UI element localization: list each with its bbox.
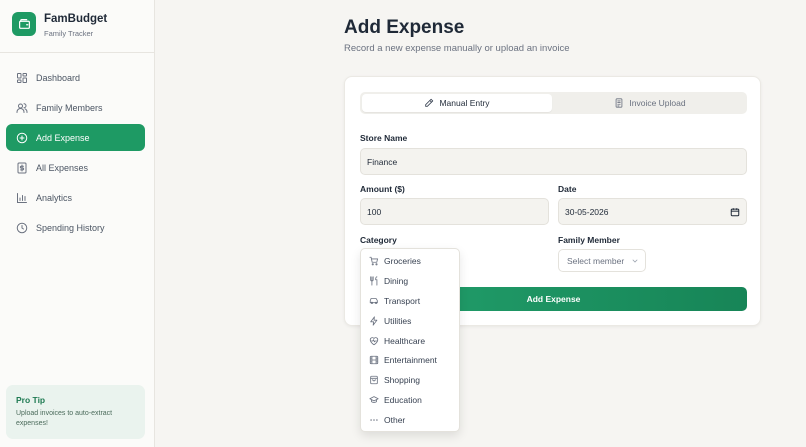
category-option-entertainment[interactable]: Entertainment — [361, 350, 459, 370]
sidebar-item-label: Spending History — [36, 222, 105, 233]
category-option-label: Transport — [384, 295, 421, 306]
more-icon — [368, 415, 379, 426]
dashboard-icon — [16, 72, 28, 84]
sidebar-nav: Dashboard Family Members Add Expense All… — [6, 64, 145, 244]
category-label: Category — [360, 235, 397, 245]
category-option-label: Utilities — [384, 315, 412, 326]
store-name-input[interactable]: Finance — [360, 148, 747, 175]
sidebar-item-label: All Expenses — [36, 162, 89, 173]
utensils-icon — [368, 275, 379, 286]
sidebar-item-label: Analytics — [36, 192, 73, 203]
category-dropdown: Groceries Dining Transport Utilities Hea… — [360, 248, 460, 432]
date-label: Date — [558, 184, 577, 194]
category-option-shopping[interactable]: Shopping — [361, 370, 459, 390]
film-icon — [368, 355, 379, 366]
category-option-other[interactable]: Other — [361, 410, 459, 430]
category-option-label: Education — [384, 395, 422, 406]
page-title: Add Expense — [344, 17, 465, 38]
category-option-label: Shopping — [384, 375, 420, 386]
sidebar-item-add-expense[interactable]: Add Expense — [6, 124, 145, 151]
category-option-education[interactable]: Education — [361, 390, 459, 410]
page-subtitle: Record a new expense manually or upload … — [344, 43, 570, 54]
category-option-label: Groceries — [384, 255, 421, 266]
tab-invoice-upload[interactable]: Invoice Upload — [555, 94, 745, 112]
chevron-down-icon — [631, 257, 639, 265]
entry-mode-tabs: Manual Entry Invoice Upload — [360, 92, 747, 114]
category-option-transport[interactable]: Transport — [361, 291, 459, 311]
pro-tip-text: Upload invoices to auto-extract expenses… — [16, 410, 113, 427]
sidebar-item-all-expenses[interactable]: All Expenses — [6, 154, 145, 181]
brand-subtitle: Family Tracker — [44, 29, 94, 38]
tab-manual-entry[interactable]: Manual Entry — [362, 94, 552, 112]
sidebar-item-label: Family Members — [36, 102, 103, 113]
sidebar-item-analytics[interactable]: Analytics — [6, 184, 145, 211]
pro-tip-card: Pro Tip Upload invoices to auto-extract … — [6, 385, 145, 439]
sidebar: FamBudget Family Tracker Dashboard Famil… — [0, 0, 155, 447]
sidebar-item-family-members[interactable]: Family Members — [6, 94, 145, 121]
pencil-icon — [424, 98, 434, 108]
users-icon — [16, 102, 28, 114]
date-input[interactable]: 30-05-2026 — [558, 198, 747, 225]
wallet-icon — [12, 12, 36, 36]
file-text-icon — [614, 98, 624, 108]
car-icon — [368, 295, 379, 306]
tab-invoice-upload-label: Invoice Upload — [629, 98, 686, 108]
category-option-groceries[interactable]: Groceries — [361, 251, 459, 271]
sidebar-item-spending-history[interactable]: Spending History — [6, 214, 145, 241]
heart-pulse-icon — [368, 335, 379, 346]
amount-input[interactable]: 100 — [360, 198, 549, 225]
store-name-label: Store Name — [360, 133, 408, 143]
bar-chart-icon — [16, 192, 28, 204]
receipt-icon — [16, 162, 28, 174]
family-member-select[interactable]: Select member — [558, 249, 646, 272]
category-option-label: Other — [384, 415, 406, 426]
amount-label: Amount ($) — [360, 184, 405, 194]
family-member-placeholder: Select member — [567, 255, 625, 266]
brand-title: FamBudget — [44, 13, 108, 25]
category-option-healthcare[interactable]: Healthcare — [361, 331, 459, 351]
brand-header: FamBudget Family Tracker — [0, 0, 155, 53]
plus-circle-icon — [16, 132, 28, 144]
calendar-icon[interactable] — [730, 207, 740, 219]
shopping-bag-icon — [368, 375, 379, 386]
sidebar-item-label: Add Expense — [36, 132, 90, 143]
pro-tip-title: Pro Tip — [16, 395, 46, 405]
date-value: 30-05-2026 — [565, 206, 609, 217]
category-option-label: Healthcare — [384, 335, 426, 346]
category-option-dining[interactable]: Dining — [361, 271, 459, 291]
sidebar-item-dashboard[interactable]: Dashboard — [6, 64, 145, 91]
cart-icon — [368, 255, 379, 266]
category-option-label: Dining — [384, 275, 409, 286]
family-member-label: Family Member — [558, 235, 620, 245]
clock-icon — [16, 222, 28, 234]
category-option-utilities[interactable]: Utilities — [361, 311, 459, 331]
tab-manual-entry-label: Manual Entry — [439, 98, 490, 108]
graduation-cap-icon — [368, 395, 379, 406]
zap-icon — [368, 315, 379, 326]
sidebar-item-label: Dashboard — [36, 72, 81, 83]
category-option-label: Entertainment — [384, 355, 437, 366]
